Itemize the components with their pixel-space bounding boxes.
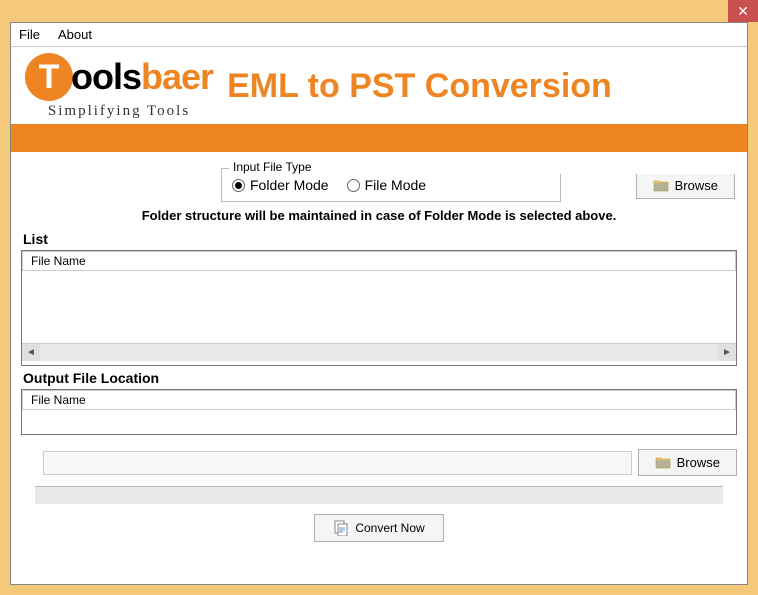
convert-label: Convert Now: [355, 521, 424, 535]
app-title: EML to PST Conversion: [227, 67, 733, 106]
file-list: File Name ◄ ►: [21, 250, 737, 366]
logo-main: T oolsbaer: [25, 53, 213, 101]
logo-prefix: ools: [71, 56, 141, 97]
folder-icon: [655, 456, 671, 469]
browse-input-button[interactable]: Browse: [636, 172, 735, 199]
scroll-left-icon[interactable]: ◄: [22, 344, 40, 361]
radio-icon: [347, 179, 360, 192]
output-label: Output File Location: [23, 370, 737, 386]
logo: T oolsbaer Simplifying Tools: [25, 53, 213, 120]
logo-suffix: baer: [141, 56, 213, 97]
output-list: File Name: [21, 389, 737, 435]
list-label: List: [23, 231, 737, 247]
close-button[interactable]: ✕: [728, 0, 758, 22]
output-column-header[interactable]: File Name: [22, 390, 736, 410]
content: Input File Type Folder Mode File Mode Br…: [11, 152, 747, 584]
close-icon: ✕: [737, 3, 749, 20]
bottom-row: Convert Now: [21, 514, 737, 542]
browse-label: Browse: [677, 455, 720, 470]
radio-file-mode[interactable]: File Mode: [347, 177, 426, 193]
list-body[interactable]: [22, 271, 736, 343]
menubar: File About: [11, 23, 747, 47]
radio-file-label: File Mode: [365, 177, 426, 193]
menu-about[interactable]: About: [58, 27, 92, 42]
radio-icon: [232, 179, 245, 192]
output-path-input[interactable]: [43, 451, 632, 475]
header-bar: [11, 124, 747, 152]
output-browse-row: Browse: [43, 449, 737, 476]
progress-bar: [35, 486, 723, 504]
logo-text: oolsbaer: [71, 56, 213, 98]
list-scrollbar[interactable]: ◄ ►: [22, 343, 736, 361]
convert-icon: [333, 520, 349, 536]
folder-icon: [653, 179, 669, 192]
browse-output-button[interactable]: Browse: [638, 449, 737, 476]
menu-file[interactable]: File: [19, 27, 40, 42]
input-type-legend: Input File Type: [229, 160, 737, 174]
header: T oolsbaer Simplifying Tools EML to PST …: [11, 47, 747, 124]
convert-button[interactable]: Convert Now: [314, 514, 443, 542]
app-window: File About T oolsbaer Simplifying Tools …: [10, 22, 748, 585]
hint-text: Folder structure will be maintained in c…: [21, 208, 737, 223]
scroll-right-icon[interactable]: ►: [718, 344, 736, 361]
logo-tagline: Simplifying Tools: [48, 103, 190, 120]
radio-folder-label: Folder Mode: [250, 177, 329, 193]
browse-label: Browse: [675, 178, 718, 193]
radio-folder-mode[interactable]: Folder Mode: [232, 177, 329, 193]
list-column-header[interactable]: File Name: [22, 251, 736, 271]
output-body[interactable]: [22, 410, 736, 434]
logo-circle: T: [25, 53, 73, 101]
